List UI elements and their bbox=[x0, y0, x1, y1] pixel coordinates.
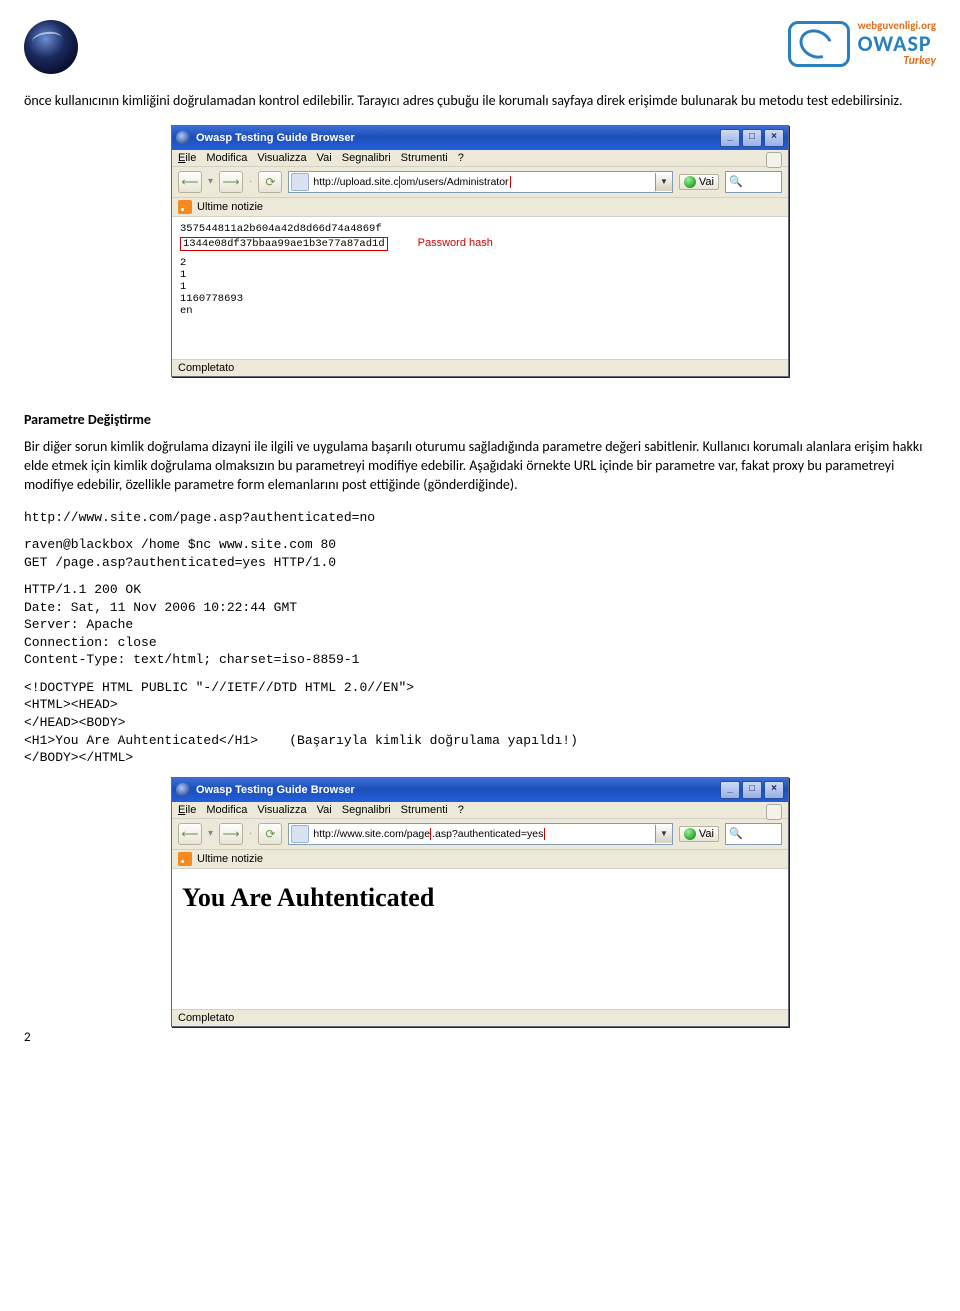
menu-vai[interactable]: Vai bbox=[317, 152, 332, 164]
content-line: en bbox=[180, 305, 780, 317]
status-bar: Completato bbox=[172, 360, 788, 376]
dropdown-icon[interactable]: ▾ bbox=[208, 176, 213, 187]
code-request: raven@blackbox /home $nc www.site.com 80… bbox=[24, 536, 936, 571]
content-line: 1 bbox=[180, 269, 780, 281]
url-text: http://www.site.com/page.asp?authenticat… bbox=[309, 828, 655, 840]
go-icon bbox=[684, 828, 696, 840]
menu-file[interactable]: Eile bbox=[178, 804, 196, 816]
toolbar: ⟵ ▾ ⟶ · ⟳ http://upload.site.com/users/A… bbox=[172, 167, 788, 198]
go-icon bbox=[684, 176, 696, 188]
reload-button[interactable]: ⟳ bbox=[258, 823, 282, 845]
menubar: Eile Modifica Visualizza Vai Segnalibri … bbox=[172, 802, 788, 819]
section-heading: Parametre Değiştirme bbox=[24, 411, 936, 428]
page-icon bbox=[291, 825, 309, 843]
hash-line-1: 357544811a2b604a42d8d66d74a4869f bbox=[180, 223, 780, 235]
app-icon bbox=[176, 783, 190, 797]
back-button[interactable]: ⟵ bbox=[178, 171, 202, 193]
owasp-logo: webguvenligi.org OWASP Turkey bbox=[788, 20, 936, 67]
menu-strumenti[interactable]: Strumenti bbox=[401, 152, 448, 164]
status-bar: Completato bbox=[172, 1010, 788, 1026]
go-button[interactable]: Vai bbox=[679, 826, 719, 842]
menu-modifica[interactable]: Modifica bbox=[206, 804, 247, 816]
owasp-wasp-icon bbox=[788, 21, 850, 67]
content-line: 2 bbox=[180, 257, 780, 269]
maximize-button[interactable]: □ bbox=[742, 129, 762, 147]
maximize-button[interactable]: □ bbox=[742, 781, 762, 799]
search-icon: 🔍 bbox=[729, 827, 743, 840]
content-line: 1 bbox=[180, 281, 780, 293]
bookmark-item[interactable]: Ultime notizie bbox=[197, 853, 263, 865]
menu-visualizza[interactable]: Visualizza bbox=[257, 804, 306, 816]
page-content: You Are Auhtenticated bbox=[172, 869, 788, 1010]
globe-logo-icon bbox=[24, 20, 78, 74]
titlebar: Owasp Testing Guide Browser _ □ × bbox=[172, 126, 788, 150]
search-box[interactable]: 🔍 bbox=[725, 823, 782, 845]
throbber-icon bbox=[766, 152, 782, 168]
url-highlight: om/users/Administrator bbox=[399, 176, 511, 188]
menu-visualizza[interactable]: Visualizza bbox=[257, 152, 306, 164]
code-response-body: <!DOCTYPE HTML PUBLIC "-//IETF//DTD HTML… bbox=[24, 679, 936, 767]
owasp-sub: Turkey bbox=[858, 55, 936, 67]
go-label: Vai bbox=[699, 828, 714, 840]
page-icon bbox=[291, 173, 309, 191]
code-url: http://www.site.com/page.asp?authenticat… bbox=[24, 509, 936, 527]
code-response-headers: HTTP/1.1 200 OK Date: Sat, 11 Nov 2006 1… bbox=[24, 581, 936, 669]
menu-file[interactable]: Eile bbox=[178, 152, 196, 164]
window-title: Owasp Testing Guide Browser bbox=[196, 132, 355, 144]
go-label: Vai bbox=[699, 176, 714, 188]
browser-screenshot-2: Owasp Testing Guide Browser _ □ × Eile M… bbox=[171, 777, 789, 1027]
forward-button[interactable]: ⟶ bbox=[219, 823, 243, 845]
menu-modifica[interactable]: Modifica bbox=[206, 152, 247, 164]
back-button[interactable]: ⟵ bbox=[178, 823, 202, 845]
bookmark-item[interactable]: Ultime notizie bbox=[197, 201, 263, 213]
page-number: 2 bbox=[24, 1030, 31, 1045]
hash-highlight: 1344e08df37bbaa99ae1b3e77a87ad1d bbox=[180, 237, 388, 251]
bookmarks-bar: Ultime notizie bbox=[172, 198, 788, 217]
url-dropdown-icon[interactable]: ▼ bbox=[655, 825, 672, 843]
password-hash-label: Password hash bbox=[418, 237, 493, 249]
address-bar[interactable]: http://www.site.com/page.asp?authenticat… bbox=[288, 823, 673, 845]
titlebar: Owasp Testing Guide Browser _ □ × bbox=[172, 778, 788, 802]
toolbar: ⟵ ▾ ⟶ · ⟳ http://www.site.com/page.asp?a… bbox=[172, 819, 788, 850]
menu-help[interactable]: ? bbox=[458, 152, 464, 164]
status-text: Completato bbox=[178, 362, 234, 374]
close-button[interactable]: × bbox=[764, 781, 784, 799]
menubar: Eile Modifica Visualizza Vai Segnalibri … bbox=[172, 150, 788, 167]
page-header: webguvenligi.org OWASP Turkey bbox=[24, 20, 936, 74]
window-title: Owasp Testing Guide Browser bbox=[196, 784, 355, 796]
menu-segnalibri[interactable]: Segnalibri bbox=[342, 804, 391, 816]
minimize-button[interactable]: _ bbox=[720, 781, 740, 799]
auth-heading: You Are Auhtenticated bbox=[172, 869, 788, 993]
search-icon: 🔍 bbox=[729, 175, 743, 188]
go-button[interactable]: Vai bbox=[679, 174, 719, 190]
minimize-button[interactable]: _ bbox=[720, 129, 740, 147]
rss-icon[interactable] bbox=[178, 852, 192, 866]
page-content: 357544811a2b604a42d8d66d74a4869f 1344e08… bbox=[172, 217, 788, 360]
url-dropdown-icon[interactable]: ▼ bbox=[655, 173, 672, 191]
throbber-icon bbox=[766, 804, 782, 820]
rss-icon[interactable] bbox=[178, 200, 192, 214]
status-text: Completato bbox=[178, 1012, 234, 1024]
intro-paragraph: önce kullanıcının kimliğini doğrulamadan… bbox=[24, 92, 936, 111]
menu-strumenti[interactable]: Strumenti bbox=[401, 804, 448, 816]
menu-help[interactable]: ? bbox=[458, 804, 464, 816]
forward-button[interactable]: ⟶ bbox=[219, 171, 243, 193]
url-text: http://upload.site.com/users/Administrat… bbox=[309, 176, 655, 188]
search-box[interactable]: 🔍 bbox=[725, 171, 782, 193]
owasp-name: OWASP bbox=[858, 33, 936, 55]
close-button[interactable]: × bbox=[764, 129, 784, 147]
menu-vai[interactable]: Vai bbox=[317, 804, 332, 816]
section-paragraph: Bir diğer sorun kimlik doğrulama dizayni… bbox=[24, 438, 936, 495]
app-icon bbox=[176, 131, 190, 145]
bookmarks-bar: Ultime notizie bbox=[172, 850, 788, 869]
address-bar[interactable]: http://upload.site.com/users/Administrat… bbox=[288, 171, 673, 193]
content-line: 1160778693 bbox=[180, 293, 780, 305]
browser-screenshot-1: Owasp Testing Guide Browser _ □ × Eile M… bbox=[171, 125, 789, 377]
url-highlight: .asp?authenticated=yes bbox=[430, 828, 545, 840]
reload-button[interactable]: ⟳ bbox=[258, 171, 282, 193]
dropdown-icon[interactable]: ▾ bbox=[208, 828, 213, 839]
menu-segnalibri[interactable]: Segnalibri bbox=[342, 152, 391, 164]
